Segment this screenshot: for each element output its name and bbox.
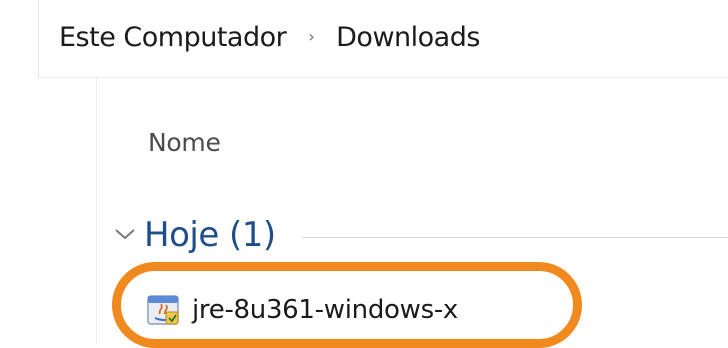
address-bar[interactable]: Este Computador › Downloads — [38, 0, 728, 78]
column-header-name[interactable]: Nome — [148, 128, 221, 157]
breadcrumb: Este Computador › Downloads — [59, 22, 480, 53]
chevron-right-icon[interactable]: › — [308, 27, 314, 46]
breadcrumb-item-downloads[interactable]: Downloads — [336, 22, 480, 53]
pane-divider — [96, 78, 97, 345]
file-name: jre-8u361-windows-x — [192, 295, 459, 325]
file-row[interactable]: jre-8u361-windows-x — [146, 288, 458, 332]
file-list-pane: Nome Hoje (1) jre-8u361-windows-x — [38, 78, 728, 345]
java-installer-icon — [146, 292, 182, 328]
group-header-today[interactable]: Hoje (1) — [112, 213, 728, 257]
chevron-down-icon[interactable] — [112, 222, 138, 248]
group-label: Hoje (1) — [144, 215, 276, 255]
breadcrumb-item-este-computador[interactable]: Este Computador — [59, 22, 287, 53]
group-divider — [301, 236, 728, 238]
